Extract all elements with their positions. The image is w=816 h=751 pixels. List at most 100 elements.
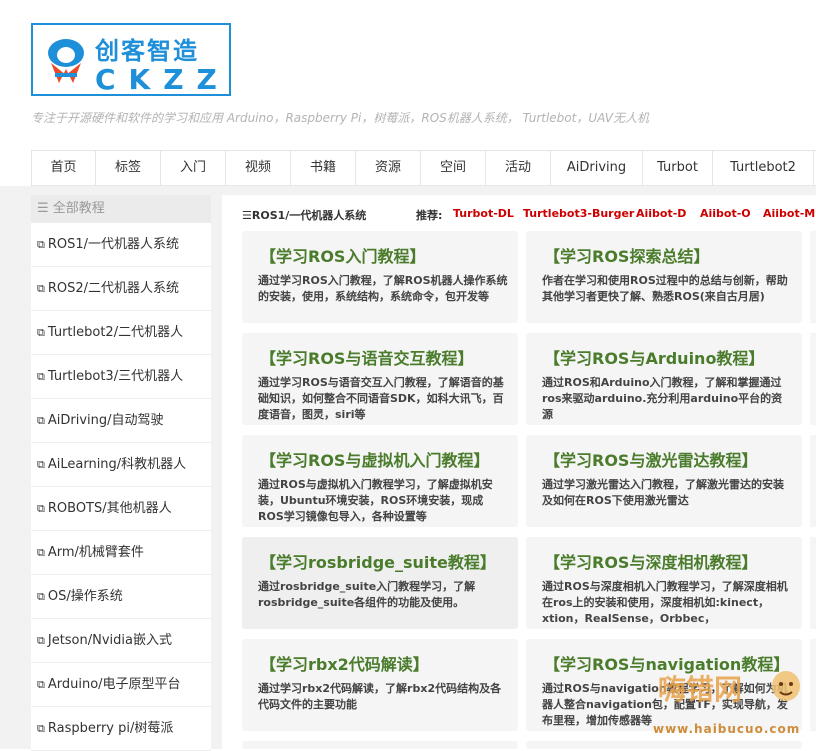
nav-item-aidriving[interactable]: AiDriving bbox=[550, 151, 642, 185]
card-edge-partial bbox=[810, 537, 816, 629]
sidebar-item-label: AiDriving/自动驾驶 bbox=[47, 413, 164, 428]
card-title[interactable]: 【学习ROS与激光雷达教程】 bbox=[544, 447, 757, 471]
card-title[interactable]: 【学习rbx2代码解读】 bbox=[260, 651, 429, 675]
category-title: ☰ROS1/一代机器人系统 bbox=[242, 209, 367, 222]
card-description: 通过rosbridge_suite入门教程学习，了解rosbridge_suit… bbox=[258, 580, 476, 609]
list-icon: ☰ bbox=[242, 209, 252, 222]
card-description: 通过学习ROS入门教程，了解ROS机器人操作系统的安装，使用，系统结构，系统命令… bbox=[258, 274, 508, 303]
top-navigation: 首页 标签 入门 视频 书籍 资源 空间 活动 AiDriving Turbot… bbox=[31, 150, 816, 186]
tutorial-card[interactable]: 【学习ROS与虚拟机入门教程】 通过ROS与虚拟机入门教程学习，了解虚拟机安装，… bbox=[242, 435, 518, 527]
sidebar-item-label: AiLearning/科教机器人 bbox=[47, 457, 187, 472]
sidebar-item-ros1[interactable]: ⧉ ROS1/一代机器人系统 bbox=[31, 223, 211, 267]
card-edge-partial bbox=[810, 639, 816, 731]
card-description: 通过学习rbx2代码解读，了解rbx2代码结构及各代码文件的主要功能 bbox=[258, 682, 502, 711]
card-edge-partial bbox=[810, 435, 816, 527]
tutorial-card[interactable]: 【学习ROS与语音交互教程】 通过学习ROS与语音交互入门教程，了解语音的基础知… bbox=[242, 333, 518, 425]
sidebar-item-jetson[interactable]: ⧉ Jetson/Nvidia嵌入式 bbox=[31, 619, 211, 663]
sidebar-item-ailearning[interactable]: ⧉ AiLearning/科教机器人 bbox=[31, 443, 211, 487]
card-title[interactable]: 【学习rosbridge_suite教程】 bbox=[260, 549, 496, 573]
nav-item-tags[interactable]: 标签 bbox=[95, 151, 160, 185]
nav-item-events[interactable]: 活动 bbox=[485, 151, 550, 185]
tutorial-card[interactable]: 【学习ROS入门教程】 通过学习ROS入门教程，了解ROS机器人操作系统的安装，… bbox=[242, 231, 518, 323]
external-link-icon: ⧉ bbox=[37, 634, 45, 647]
sidebar-item-label: ROS2/二代机器人系统 bbox=[47, 281, 180, 296]
sidebar-item-aidriving[interactable]: ⧉ AiDriving/自动驾驶 bbox=[31, 399, 211, 443]
sidebar-item-raspberry-pi[interactable]: ⧉ Raspberry pi/树莓派 bbox=[31, 707, 211, 751]
logo-en-text: CKZZ bbox=[95, 63, 230, 96]
recommend-link-aiibot-m[interactable]: Aiibot-M bbox=[763, 207, 815, 220]
external-link-icon: ⧉ bbox=[37, 722, 45, 735]
sidebar-header-label: 全部教程 bbox=[52, 201, 105, 216]
sidebar-item-label: OS/操作系统 bbox=[47, 589, 123, 604]
sidebar-item-label: ROS1/一代机器人系统 bbox=[47, 237, 180, 252]
sidebar-item-os[interactable]: ⧉ OS/操作系统 bbox=[31, 575, 211, 619]
tutorial-card[interactable]: 【学习ROS与激光雷达教程】 通过学习激光雷达入门教程，了解激光雷达的安装及如何… bbox=[526, 435, 802, 527]
sidebar-item-arm[interactable]: ⧉ Arm/机械臂套件 bbox=[31, 531, 211, 575]
card-description: 通过学习ROS与语音交互入门教程，了解语音的基础知识，如何整合不同语音SDK，如… bbox=[258, 376, 504, 421]
sidebar-header: ☰ 全部教程 bbox=[31, 195, 211, 223]
tutorial-card-partial[interactable] bbox=[242, 741, 518, 749]
tutorial-card[interactable]: 【学习rosbridge_suite教程】 通过rosbridge_suite入… bbox=[242, 537, 518, 629]
sidebar-item-arduino[interactable]: ⧉ Arduino/电子原型平台 bbox=[31, 663, 211, 707]
card-description: 作者在学习和使用ROS过程中的总结与创新，帮助其他学习者更快了解、熟悉ROS(来… bbox=[542, 274, 788, 303]
watermark-url: www.haibucuo.com bbox=[653, 722, 801, 736]
recommend-label: 推荐: bbox=[416, 209, 443, 222]
nav-item-video[interactable]: 视频 bbox=[225, 151, 290, 185]
sidebar: ☰ 全部教程 ⧉ ROS1/一代机器人系统 ⧉ ROS2/二代机器人系统 ⧉ Turt… bbox=[31, 195, 211, 751]
nav-item-books[interactable]: 书籍 bbox=[290, 151, 355, 185]
logo-cn-text: 创客智造 bbox=[95, 37, 199, 65]
sidebar-item-label: Turtlebot2/二代机器人 bbox=[47, 325, 184, 340]
recommend-link-aiibot-d[interactable]: Aiibot-D bbox=[636, 207, 686, 220]
card-edge-partial bbox=[810, 333, 816, 425]
sidebar-item-label: Arduino/电子原型平台 bbox=[47, 677, 181, 692]
card-description: 通过学习激光雷达入门教程，了解激光雷达的安装及如何在ROS下使用激光雷达 bbox=[542, 478, 784, 507]
card-title[interactable]: 【学习ROS与深度相机教程】 bbox=[544, 549, 757, 573]
tutorial-card[interactable]: 【学习rbx2代码解读】 通过学习rbx2代码解读，了解rbx2代码结构及各代码… bbox=[242, 639, 518, 731]
nav-item-turbot[interactable]: Turbot bbox=[642, 151, 712, 185]
sidebar-item-turtlebot2[interactable]: ⧉ Turtlebot2/二代机器人 bbox=[31, 311, 211, 355]
card-edge-partial bbox=[810, 231, 816, 323]
external-link-icon: ⧉ bbox=[37, 458, 45, 471]
nav-item-intro[interactable]: 入门 bbox=[160, 151, 225, 185]
sidebar-item-label: Raspberry pi/树莓派 bbox=[47, 721, 174, 736]
card-title[interactable]: 【学习ROS探索总结】 bbox=[544, 243, 709, 267]
card-title[interactable]: 【学习ROS与Arduino教程】 bbox=[544, 345, 764, 369]
external-link-icon: ⧉ bbox=[37, 326, 45, 339]
tutorial-card[interactable]: 【学习ROS与深度相机教程】 通过ROS与深度相机入门教程学习，了解深度相机在r… bbox=[526, 537, 802, 629]
card-description: 通过ROS与深度相机入门教程学习，了解深度相机在ros上的安装和使用，深度相机如… bbox=[542, 580, 788, 625]
external-link-icon: ⧉ bbox=[37, 414, 45, 427]
card-description: 通过ROS与虚拟机入门教程学习，了解虚拟机安装，Ubuntu环境安装，ROS环境… bbox=[258, 478, 493, 523]
sidebar-item-turtlebot3[interactable]: ⧉ Turtlebot3/三代机器人 bbox=[31, 355, 211, 399]
watermark: 嗨错网 www.haibucuo.com bbox=[628, 662, 808, 742]
nav-item-space[interactable]: 空间 bbox=[420, 151, 485, 185]
sidebar-item-label: Jetson/Nvidia嵌入式 bbox=[47, 633, 172, 648]
tutorial-card-partial[interactable] bbox=[526, 741, 802, 749]
watermark-mascot-icon bbox=[772, 671, 800, 701]
recommend-link-turbot-dl[interactable]: Turbot-DL bbox=[453, 207, 514, 220]
sidebar-item-label: Turtlebot3/三代机器人 bbox=[47, 369, 184, 384]
external-link-icon: ⧉ bbox=[37, 282, 45, 295]
sidebar-item-ros2[interactable]: ⧉ ROS2/二代机器人系统 bbox=[31, 267, 211, 311]
external-link-icon: ⧉ bbox=[37, 678, 45, 691]
nav-item-turtlebot2[interactable]: Turtlebot2 bbox=[712, 151, 814, 185]
card-title[interactable]: 【学习ROS与虚拟机入门教程】 bbox=[260, 447, 489, 471]
sidebar-item-label: ROBOTS/其他机器人 bbox=[47, 501, 172, 516]
site-logo[interactable]: 创客智造 CKZZ bbox=[31, 23, 231, 96]
sidebar-item-robots[interactable]: ⧉ ROBOTS/其他机器人 bbox=[31, 487, 211, 531]
nav-item-resources[interactable]: 资源 bbox=[355, 151, 420, 185]
card-description: 通过ROS和Arduino入门教程，了解和掌握通过ros来驱动arduino.充… bbox=[542, 376, 783, 421]
external-link-icon: ⧉ bbox=[37, 546, 45, 559]
external-link-icon: ⧉ bbox=[37, 590, 45, 603]
card-title[interactable]: 【学习ROS入门教程】 bbox=[260, 243, 425, 267]
tutorial-card[interactable]: 【学习ROS探索总结】 作者在学习和使用ROS过程中的总结与创新，帮助其他学习者… bbox=[526, 231, 802, 323]
nav-item-home[interactable]: 首页 bbox=[31, 151, 95, 185]
external-link-icon: ⧉ bbox=[37, 238, 45, 251]
recommend-link-turtlebot3-burger[interactable]: Turtlebot3-Burger bbox=[523, 207, 634, 220]
site-tagline: 专注于开源硬件和软件的学习和应用 Arduino，Raspberry Pi，树莓… bbox=[31, 111, 649, 125]
external-link-icon: ⧉ bbox=[37, 502, 45, 515]
tutorial-card[interactable]: 【学习ROS与Arduino教程】 通过ROS和Arduino入门教程，了解和掌… bbox=[526, 333, 802, 425]
watermark-text: 嗨错网 bbox=[658, 673, 743, 706]
sidebar-item-label: Arm/机械臂套件 bbox=[47, 545, 144, 560]
recommend-link-aiibot-o[interactable]: Aiibot-O bbox=[700, 207, 751, 220]
card-title[interactable]: 【学习ROS与语音交互教程】 bbox=[260, 345, 473, 369]
